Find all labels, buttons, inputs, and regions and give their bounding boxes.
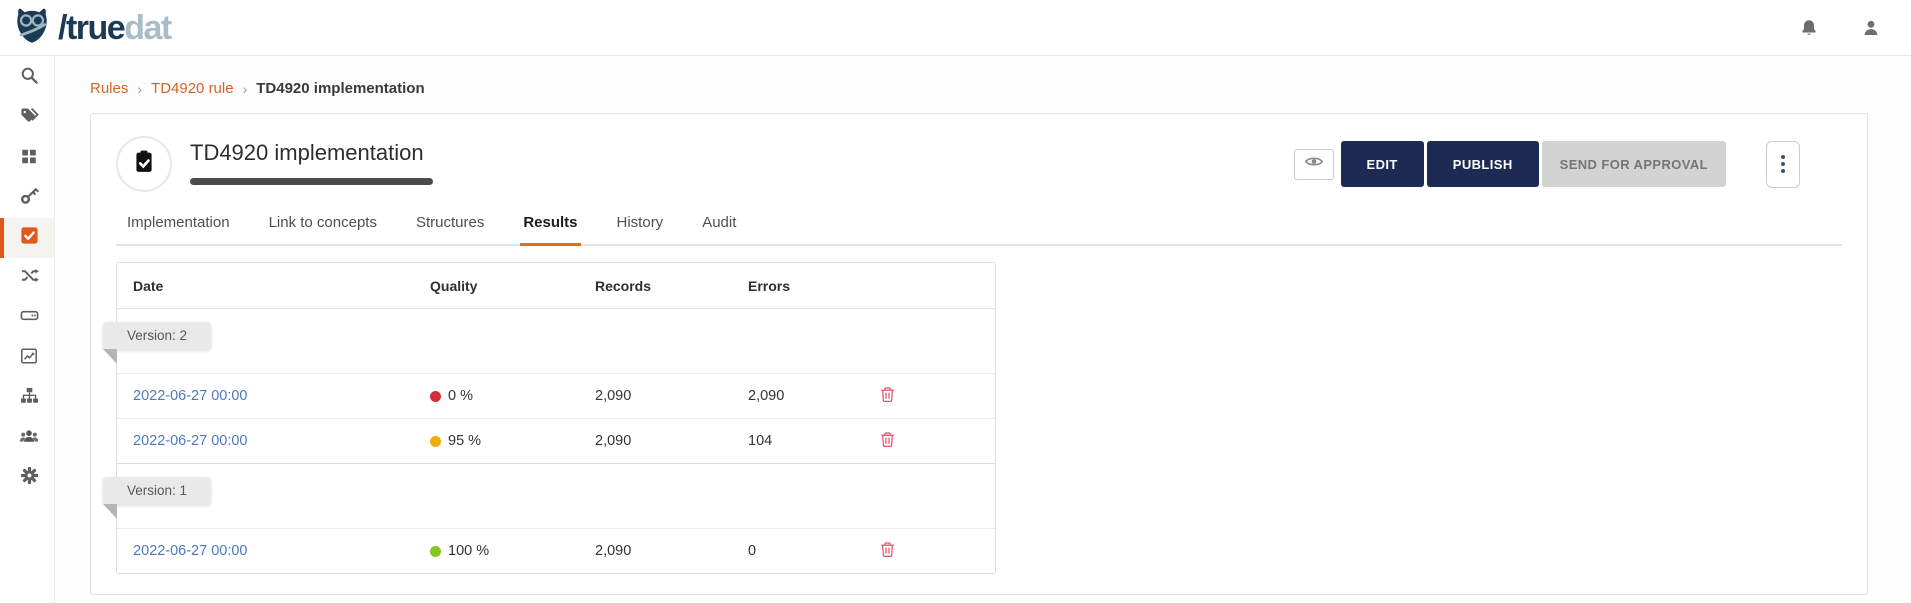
tab-audit[interactable]: Audit	[699, 214, 739, 244]
quality-dot	[430, 390, 441, 402]
quality-progress-bar	[190, 178, 433, 185]
quality-value: 100 %	[448, 543, 490, 559]
result-date-link[interactable]: 2022-06-27 00:00	[133, 388, 248, 404]
sidebar-item-drive[interactable]	[0, 298, 54, 338]
page-title: TD4920 implementation	[190, 140, 424, 165]
errors-value: 104	[748, 433, 773, 449]
sidebar-item-users[interactable]	[0, 418, 54, 458]
result-row: 2022-06-27 00:00 100 % 2,090 0	[117, 528, 995, 573]
check-square-icon	[20, 226, 39, 250]
header-actions: EDIT PUBLISH SEND FOR APPROVAL	[1293, 140, 1842, 188]
breadcrumb-current: TD4920 implementation	[256, 80, 425, 97]
bell-icon[interactable]	[1799, 18, 1819, 38]
column-header-records: Records	[595, 277, 652, 294]
chart-line-icon	[20, 347, 38, 370]
topbar: /truedat	[0, 0, 1911, 56]
breadcrumb-link-rule[interactable]: TD4920 rule	[151, 80, 234, 97]
tab-implementation[interactable]: Implementation	[124, 214, 233, 244]
delete-result-button[interactable]	[879, 540, 896, 559]
sidebar-item-quality[interactable]	[0, 218, 54, 258]
sitemap-icon	[20, 386, 39, 410]
version-badge: Version: 2	[103, 322, 212, 364]
tab-results[interactable]: Results	[520, 214, 581, 246]
tab-link-to-concepts[interactable]: Link to concepts	[266, 214, 380, 244]
delete-result-button[interactable]	[879, 430, 896, 449]
users-icon	[19, 426, 39, 451]
edit-button[interactable]: EDIT	[1340, 141, 1424, 187]
version-group: Version: 1 2022-06-27 00:00 100 % 2,090 …	[103, 463, 995, 573]
publish-button[interactable]: PUBLISH	[1426, 141, 1539, 187]
version-group: Version: 2 2022-06-27 00:00 0 % 2,090 2,…	[103, 309, 995, 463]
owl-logo-icon	[12, 5, 52, 50]
preview-button[interactable]	[1293, 148, 1334, 180]
records-value: 2,090	[595, 388, 632, 404]
errors-value: 2,090	[748, 388, 785, 404]
clipboard-check-icon	[130, 148, 158, 181]
quality-dot	[430, 435, 441, 447]
sidebar-item-sitemap[interactable]	[0, 378, 54, 418]
gear-icon	[20, 466, 39, 490]
sidebar-item-chart[interactable]	[0, 338, 54, 378]
tab-structures[interactable]: Structures	[413, 214, 487, 244]
grid-icon	[20, 147, 38, 170]
drive-icon	[20, 306, 39, 330]
logo-text: /truedat	[58, 8, 172, 47]
sidebar-item-shuffle[interactable]	[0, 258, 54, 298]
tab-bar: Implementation Link to concepts Structur…	[116, 214, 1842, 246]
breadcrumb-link-rules[interactable]: Rules	[90, 80, 128, 97]
delete-result-button[interactable]	[879, 385, 896, 404]
breadcrumb-separator: ›	[137, 80, 143, 97]
tab-history[interactable]: History	[614, 214, 667, 244]
sidebar	[0, 56, 55, 603]
sidebar-item-search[interactable]	[0, 58, 54, 98]
implementation-card: TD4920 implementation EDIT PUBLISH SEND …	[90, 113, 1868, 595]
result-date-link[interactable]: 2022-06-27 00:00	[133, 433, 248, 449]
version-badge: Version: 1	[103, 477, 212, 519]
shuffle-icon	[20, 266, 39, 290]
tags-icon	[20, 106, 39, 130]
user-icon[interactable]	[1861, 18, 1881, 38]
kebab-icon	[1781, 155, 1785, 173]
result-date-link[interactable]: 2022-06-27 00:00	[133, 543, 248, 559]
version-row: Version: 1	[103, 464, 995, 528]
sidebar-item-key[interactable]	[0, 178, 54, 218]
version-row: Version: 2	[103, 309, 995, 373]
avatar	[116, 136, 172, 192]
breadcrumb-separator: ›	[242, 80, 248, 97]
truedat-logo[interactable]: /truedat	[12, 5, 172, 50]
quality-value: 0 %	[448, 388, 473, 404]
column-header-quality: Quality	[430, 277, 478, 294]
result-row: 2022-06-27 00:00 95 % 2,090 104	[117, 418, 995, 463]
sidebar-item-grid[interactable]	[0, 138, 54, 178]
results-table-header: Date Quality Records Errors	[117, 263, 995, 309]
results-table: Date Quality Records Errors Version: 2 2…	[103, 262, 996, 574]
column-header-errors: Errors	[748, 277, 791, 294]
sidebar-item-tags[interactable]	[0, 98, 54, 138]
quality-value: 95 %	[448, 433, 482, 449]
records-value: 2,090	[595, 543, 632, 559]
result-row: 2022-06-27 00:00 0 % 2,090 2,090	[117, 373, 995, 418]
quality-dot	[430, 545, 441, 557]
breadcrumb: Rules › TD4920 rule › TD4920 implementat…	[90, 80, 1868, 97]
search-icon	[20, 66, 39, 90]
more-actions-button[interactable]	[1766, 140, 1800, 188]
main-content: Rules › TD4920 rule › TD4920 implementat…	[55, 56, 1911, 603]
records-value: 2,090	[595, 433, 632, 449]
key-icon	[20, 186, 39, 210]
eye-icon	[1304, 152, 1324, 176]
column-header-date: Date	[133, 277, 164, 294]
errors-value: 0	[748, 543, 757, 559]
sidebar-item-settings[interactable]	[0, 458, 54, 498]
send-for-approval-button[interactable]: SEND FOR APPROVAL	[1541, 141, 1726, 187]
